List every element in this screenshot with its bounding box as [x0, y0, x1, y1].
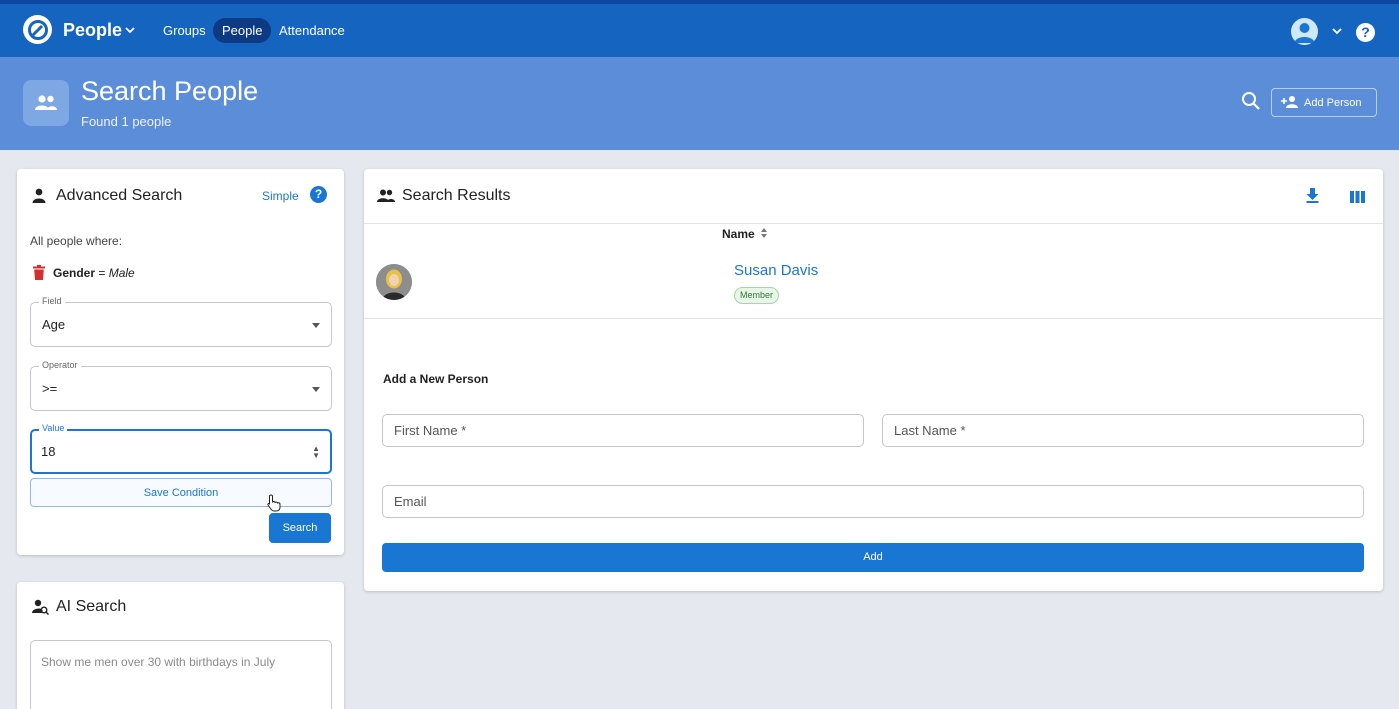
- chevron-down-icon[interactable]: [124, 20, 136, 45]
- value-input[interactable]: Value 18 ▲ ▼: [30, 423, 332, 474]
- divider: [364, 223, 1383, 224]
- search-results-title: Search Results: [402, 187, 511, 204]
- user-avatar[interactable]: [1291, 18, 1318, 45]
- condition-operator: =: [98, 266, 106, 280]
- help-icon[interactable]: ?: [1356, 23, 1375, 42]
- person-add-icon: [1281, 95, 1298, 111]
- user-menu-chevron-icon[interactable]: [1331, 23, 1343, 44]
- search-results-card: Search Results Name Susan Davis Member A…: [364, 169, 1383, 591]
- add-button[interactable]: Add: [382, 543, 1364, 572]
- search-icon[interactable]: [1241, 91, 1261, 116]
- name-column-label: Name: [722, 227, 755, 241]
- operator-value: >=: [42, 381, 58, 396]
- add-person-button[interactable]: Add Person: [1271, 88, 1377, 117]
- advanced-search-title: Advanced Search: [56, 187, 183, 204]
- add-person-label: Add Person: [1304, 96, 1362, 109]
- ai-search-card: AI Search Show me men over 30 with birth…: [17, 582, 344, 709]
- condition-field: Gender: [53, 266, 96, 280]
- number-stepper-icon[interactable]: ▲ ▼: [312, 445, 320, 460]
- field-value: Age: [42, 317, 66, 332]
- nav-people[interactable]: People: [213, 18, 272, 43]
- value-text: 18: [41, 444, 56, 459]
- people-icon: [23, 80, 69, 126]
- results-count: Found 1 people: [81, 114, 172, 129]
- ai-search-textarea[interactable]: Show me men over 30 with birthdays in Ju…: [30, 640, 332, 709]
- add-person-form-title: Add a New Person: [383, 372, 489, 386]
- sort-icon: [760, 227, 768, 242]
- ai-search-title: AI Search: [56, 598, 127, 615]
- ai-search-placeholder: Show me men over 30 with birthdays in Ju…: [41, 655, 276, 669]
- condition-value: Male: [108, 266, 135, 280]
- person-icon: [32, 188, 46, 208]
- app-logo-icon[interactable]: [23, 15, 52, 44]
- name-column-header[interactable]: Name: [722, 227, 768, 242]
- mouse-cursor-icon: [267, 494, 281, 517]
- save-condition-button[interactable]: Save Condition: [30, 478, 332, 507]
- field-legend: Field: [39, 296, 65, 306]
- status-badge: Member: [734, 287, 780, 304]
- download-icon[interactable]: [1306, 188, 1319, 208]
- dropdown-arrow-icon: [312, 387, 320, 392]
- help-icon[interactable]: ?: [310, 186, 327, 203]
- person-search-icon: [32, 599, 50, 620]
- nav-groups[interactable]: Groups: [154, 18, 215, 43]
- field-select[interactable]: Field Age: [30, 296, 332, 347]
- all-people-label: All people where:: [30, 234, 123, 248]
- page-header: Search People Found 1 people Add Person: [0, 57, 1399, 150]
- value-legend: Value: [39, 423, 68, 433]
- advanced-search-card: Advanced Search Simple ? All people wher…: [17, 169, 344, 555]
- email-input[interactable]: Email: [382, 485, 1364, 518]
- operator-legend: Operator: [39, 360, 81, 370]
- condition-text: Gender = Male: [53, 266, 135, 280]
- table-row: Susan Davis Member: [364, 245, 1383, 319]
- people-icon: [377, 189, 395, 207]
- person-name-link[interactable]: Susan Davis: [734, 262, 818, 279]
- search-button[interactable]: Search: [269, 513, 331, 543]
- operator-select[interactable]: Operator >=: [30, 360, 332, 411]
- trash-icon[interactable]: [33, 265, 45, 285]
- divider: [364, 318, 1383, 319]
- avatar: [376, 264, 412, 300]
- first-name-input[interactable]: First Name *: [382, 414, 864, 447]
- nav-attendance[interactable]: Attendance: [270, 18, 354, 43]
- page-title: Search People: [81, 76, 259, 106]
- app-title[interactable]: People: [63, 20, 122, 41]
- top-navbar: People Groups People Attendance ?: [0, 0, 1399, 57]
- simple-search-link[interactable]: Simple: [262, 189, 299, 203]
- dropdown-arrow-icon: [312, 323, 320, 328]
- columns-icon[interactable]: [1350, 190, 1365, 208]
- last-name-input[interactable]: Last Name *: [882, 414, 1364, 447]
